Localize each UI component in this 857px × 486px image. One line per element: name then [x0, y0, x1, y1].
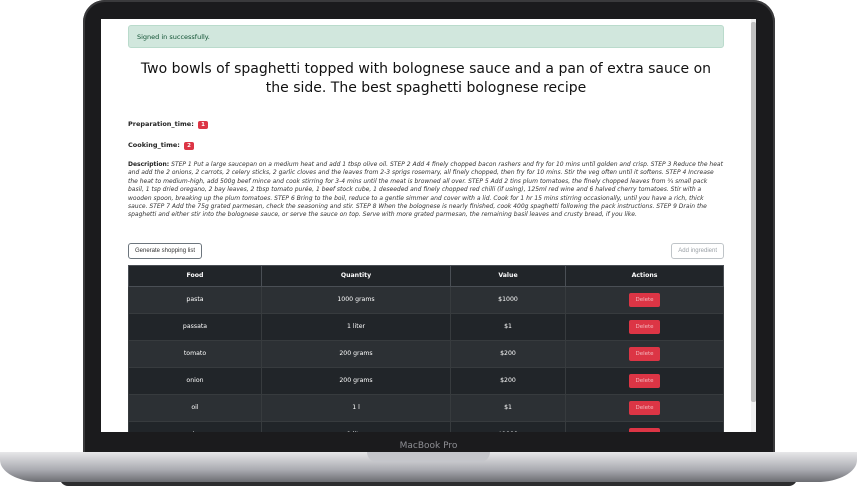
quantity-cell: 1000 grams — [261, 285, 451, 314]
column-header-value: Value — [450, 264, 566, 287]
laptop-brand-label: MacBook Pro — [399, 441, 458, 451]
food-cell: onion — [128, 366, 262, 395]
table-row: oil 1 l $1 Delete — [128, 393, 724, 422]
quantity-cell: 1 l — [261, 393, 451, 422]
value-cell: $1000 — [450, 285, 566, 314]
quantity-cell: 1 liter — [261, 312, 451, 341]
success-alert: Signed in successfully. — [128, 25, 724, 48]
actions-cell: Delete — [565, 366, 724, 395]
browser-viewport: Signed in successfully. Two bowls of spa… — [101, 19, 756, 432]
action-bar: Generate shopping list Add ingredient — [128, 242, 724, 261]
delete-button[interactable]: Delete — [629, 319, 660, 334]
recipe-description: Description: STEP 1 Put a large saucepan… — [128, 161, 724, 220]
column-header-actions: Actions — [565, 264, 724, 287]
food-cell: oil — [128, 393, 262, 422]
column-header-food: Food — [128, 264, 262, 287]
description-text: STEP 1 Put a large saucepan on a medium … — [128, 161, 723, 219]
actions-cell: Delete — [565, 393, 724, 422]
delete-button[interactable]: Delete — [629, 346, 660, 361]
value-cell: $1 — [450, 312, 566, 341]
delete-button[interactable]: Delete — [629, 292, 660, 307]
food-cell: passata — [128, 312, 262, 341]
cooking-time-badge: 2 — [184, 142, 194, 150]
laptop-notch — [367, 452, 490, 462]
page-content: Signed in successfully. Two bowls of spa… — [128, 19, 724, 432]
add-ingredient-button[interactable]: Add ingredient — [671, 242, 724, 259]
value-cell: $1000 — [450, 420, 566, 432]
food-cell: pasta — [128, 285, 262, 314]
quantity-cell: 200 grams — [261, 339, 451, 368]
delete-button[interactable]: Delete — [629, 427, 660, 432]
value-cell: $200 — [450, 339, 566, 368]
quantity-cell: 1 liter — [261, 420, 451, 432]
scrollbar-track[interactable] — [751, 19, 756, 432]
table-row: wine 1 liter $1000 Delete — [128, 420, 724, 432]
actions-cell: Delete — [565, 420, 724, 432]
table-row: pasta 1000 grams $1000 Delete — [128, 285, 724, 314]
preparation-time-label: Preparation_time: — [128, 120, 194, 128]
ingredients-table: Food Quantity Value Actions pasta 1000 g… — [128, 264, 724, 432]
preparation-time-badge: 1 — [198, 121, 208, 129]
value-cell: $1 — [450, 393, 566, 422]
recipe-title: Two bowls of spaghetti topped with bolog… — [140, 61, 712, 96]
preparation-time-row: Preparation_time: 1 — [128, 120, 724, 129]
actions-cell: Delete — [565, 339, 724, 368]
table-row: passata 1 liter $1 Delete — [128, 312, 724, 341]
food-cell: wine — [128, 420, 262, 432]
quantity-cell: 200 grams — [261, 366, 451, 395]
scrollbar-thumb[interactable] — [751, 22, 756, 402]
food-cell: tomato — [128, 339, 262, 368]
actions-cell: Delete — [565, 312, 724, 341]
column-header-quantity: Quantity — [261, 264, 451, 287]
delete-button[interactable]: Delete — [629, 400, 660, 415]
cooking-time-label: Cooking_time: — [128, 141, 180, 149]
actions-cell: Delete — [565, 285, 724, 314]
generate-shopping-list-button[interactable]: Generate shopping list — [128, 242, 203, 259]
description-label: Description: — [128, 161, 170, 168]
cooking-time-row: Cooking_time: 2 — [128, 141, 724, 150]
table-row: tomato 200 grams $200 Delete — [128, 339, 724, 368]
table-row: onion 200 grams $200 Delete — [128, 366, 724, 395]
value-cell: $200 — [450, 366, 566, 395]
delete-button[interactable]: Delete — [629, 373, 660, 388]
